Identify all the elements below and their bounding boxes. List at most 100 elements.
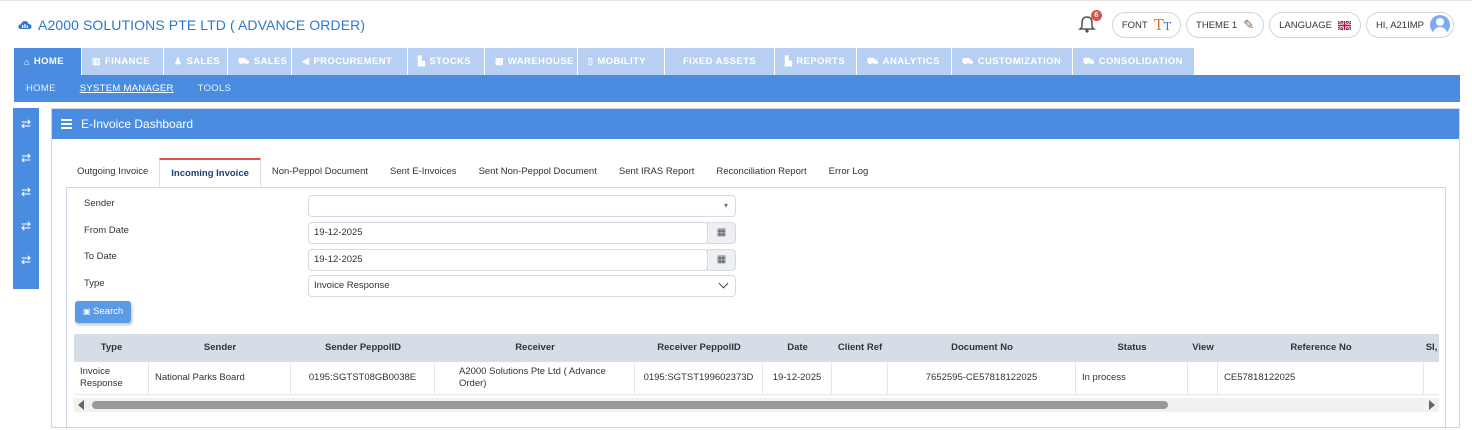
mobile-icon: ▯ bbox=[588, 56, 594, 66]
menu-label: REPORTS bbox=[796, 56, 846, 67]
notification-bell-icon[interactable]: 6 bbox=[1077, 10, 1102, 36]
menu-fixed-assets[interactable]: FIXED ASSETS bbox=[665, 48, 774, 75]
sender-label: Sender bbox=[84, 198, 115, 209]
bank-icon: ▥ bbox=[92, 56, 101, 66]
menu-reports[interactable]: ▙ REPORTS bbox=[775, 48, 856, 75]
cart-icon: ⛟ bbox=[962, 55, 974, 66]
menu-label: CONSOLIDATION bbox=[1098, 56, 1183, 67]
tab-incoming-invoice[interactable]: Incoming Invoice bbox=[159, 158, 261, 188]
type-select[interactable]: Invoice Response bbox=[308, 275, 736, 297]
from-date-label: From Date bbox=[84, 225, 129, 236]
menu-procurement[interactable]: ◀ PROCUREMENT bbox=[292, 48, 407, 75]
chevron-down-icon bbox=[718, 278, 729, 289]
grid-header: Type Sender Sender PeppolID Receiver Rec… bbox=[74, 334, 1439, 362]
submenu-system-manager[interactable]: SYSTEM MANAGER bbox=[80, 83, 174, 94]
col-client-ref[interactable]: Client Ref bbox=[832, 334, 888, 362]
warehouse-icon: ▦ bbox=[495, 56, 504, 66]
menu-label: MOBILITY bbox=[597, 56, 646, 67]
menu-stocks[interactable]: ▙ STOCKS bbox=[408, 48, 484, 75]
cell-sender: National Parks Board bbox=[149, 362, 291, 394]
swap-arrows-icon[interactable]: ⇄ bbox=[13, 250, 39, 270]
tab-sent-e-invoices[interactable]: Sent E-Invoices bbox=[379, 158, 468, 187]
hamburger-menu-icon[interactable] bbox=[61, 119, 72, 129]
cell-type: Invoice Response bbox=[74, 362, 149, 394]
theme-palette-icon: ✎ bbox=[1243, 17, 1255, 32]
cell-date: 19-12-2025 bbox=[763, 362, 832, 394]
cart-icon: ⛟ bbox=[1083, 55, 1095, 66]
col-status[interactable]: Status bbox=[1076, 334, 1188, 362]
type-label: Type bbox=[84, 278, 105, 289]
to-date-label: To Date bbox=[84, 251, 117, 262]
horizontal-scrollbar[interactable] bbox=[74, 398, 1439, 412]
tab-reconciliation-report[interactable]: Reconciliation Report bbox=[705, 158, 817, 187]
swap-arrows-icon[interactable]: ⇄ bbox=[13, 148, 39, 168]
theme-button[interactable]: THEME 1 ✎ bbox=[1186, 12, 1265, 38]
col-sender-peppolid[interactable]: Sender PeppolID bbox=[291, 334, 435, 362]
menu-mobility[interactable]: ▯ MOBILITY bbox=[578, 48, 664, 75]
swap-arrows-icon[interactable]: ⇄ bbox=[13, 216, 39, 236]
from-date-input[interactable]: 19-12-2025 bbox=[308, 222, 708, 244]
save-icon: ▣ bbox=[82, 307, 91, 316]
type-value: Invoice Response bbox=[314, 280, 390, 291]
panel-title: E-Invoice Dashboard bbox=[81, 117, 194, 131]
col-date[interactable]: Date bbox=[763, 334, 832, 362]
menu-analytics[interactable]: ⛟ ANALYTICS bbox=[857, 48, 951, 75]
menu-home[interactable]: ⌂ HOME bbox=[14, 48, 81, 75]
col-type[interactable]: Type bbox=[74, 334, 149, 362]
caret-down-icon: ▾ bbox=[723, 201, 728, 210]
filter-form: Sender ▾ From Date 19-12-2025 ▦ To Date … bbox=[66, 187, 1446, 429]
font-label: FONT bbox=[1121, 19, 1148, 31]
user-greeting: HI, A21IMP bbox=[1375, 19, 1424, 31]
col-document-no[interactable]: Document No bbox=[888, 334, 1076, 362]
menu-sales-2[interactable]: ⛟ SALES bbox=[228, 48, 291, 75]
from-date-calendar-icon[interactable]: ▦ bbox=[707, 222, 736, 244]
col-view[interactable]: View bbox=[1188, 334, 1218, 362]
col-si[interactable]: SI, bbox=[1424, 334, 1439, 362]
search-button[interactable]: ▣ Search bbox=[75, 301, 131, 323]
scroll-right-arrow-icon[interactable] bbox=[1429, 400, 1435, 410]
results-grid: Type Sender Sender PeppolID Receiver Rec… bbox=[74, 334, 1439, 430]
font-button[interactable]: FONT TT bbox=[1111, 12, 1182, 38]
cart-icon: ⛟ bbox=[867, 55, 879, 66]
tab-sent-iras-report[interactable]: Sent IRAS Report bbox=[608, 158, 706, 187]
tab-non-peppol-document[interactable]: Non-Peppol Document bbox=[261, 158, 379, 187]
dashboard-tabs: Outgoing Invoice Incoming Invoice Non-Pe… bbox=[66, 158, 880, 188]
col-receiver-peppolid[interactable]: Receiver PeppolID bbox=[635, 334, 763, 362]
tab-error-log[interactable]: Error Log bbox=[818, 158, 880, 187]
tab-sent-non-peppol-document[interactable]: Sent Non-Peppol Document bbox=[468, 158, 608, 187]
scrollbar-thumb[interactable] bbox=[92, 401, 1168, 409]
cell-status: In process bbox=[1076, 362, 1188, 394]
menu-sales[interactable]: ♟ SALES bbox=[164, 48, 227, 75]
col-sender[interactable]: Sender bbox=[149, 334, 291, 362]
scroll-left-arrow-icon[interactable] bbox=[78, 400, 84, 410]
company-brand[interactable]: A2000 SOLUTIONS PTE LTD ( ADVANCE ORDER) bbox=[18, 17, 365, 33]
to-date-calendar-icon[interactable]: ▦ bbox=[707, 249, 736, 271]
user-menu-button[interactable]: HI, A21IMP bbox=[1365, 12, 1454, 38]
tab-outgoing-invoice[interactable]: Outgoing Invoice bbox=[66, 158, 159, 187]
swap-arrows-icon[interactable]: ⇄ bbox=[13, 114, 39, 134]
cell-receiver-peppolid: 0195:SGTST199602373D bbox=[635, 362, 763, 394]
cell-sender-peppolid: 0195:SGTST08GB0038E bbox=[291, 362, 435, 394]
cell-view[interactable] bbox=[1188, 362, 1218, 394]
cell-receiver: A2000 Solutions Pte Ltd ( Advance Order) bbox=[435, 362, 635, 394]
theme-label: THEME 1 bbox=[1196, 19, 1238, 31]
col-receiver[interactable]: Receiver bbox=[435, 334, 635, 362]
language-label: LANGUAGE bbox=[1279, 19, 1332, 31]
cell-reference-no: CE57818122025 bbox=[1218, 362, 1424, 394]
table-row[interactable]: Invoice Response National Parks Board 01… bbox=[74, 362, 1439, 395]
col-reference-no[interactable]: Reference No bbox=[1218, 334, 1424, 362]
language-button[interactable]: LANGUAGE bbox=[1269, 12, 1361, 38]
to-date-input[interactable]: 19-12-2025 bbox=[308, 249, 708, 271]
font-size-icon: TT bbox=[1153, 16, 1172, 34]
menu-consolidation[interactable]: ⛟ CONSOLIDATION bbox=[1073, 48, 1194, 75]
notification-count-badge: 6 bbox=[1090, 10, 1102, 21]
submenu-tools[interactable]: TOOLS bbox=[198, 83, 232, 94]
submenu-home[interactable]: HOME bbox=[26, 83, 56, 94]
top-header: A2000 SOLUTIONS PTE LTD ( ADVANCE ORDER)… bbox=[0, 0, 1472, 46]
menu-label: ANALYTICS bbox=[882, 56, 940, 67]
menu-customization[interactable]: ⛟ CUSTOMIZATION bbox=[952, 48, 1072, 75]
menu-warehouse[interactable]: ▦ WAREHOUSE bbox=[485, 48, 577, 75]
sender-select[interactable]: ▾ bbox=[308, 195, 736, 217]
swap-arrows-icon[interactable]: ⇄ bbox=[13, 182, 39, 202]
menu-finance[interactable]: ▥ FINANCE bbox=[82, 48, 163, 75]
